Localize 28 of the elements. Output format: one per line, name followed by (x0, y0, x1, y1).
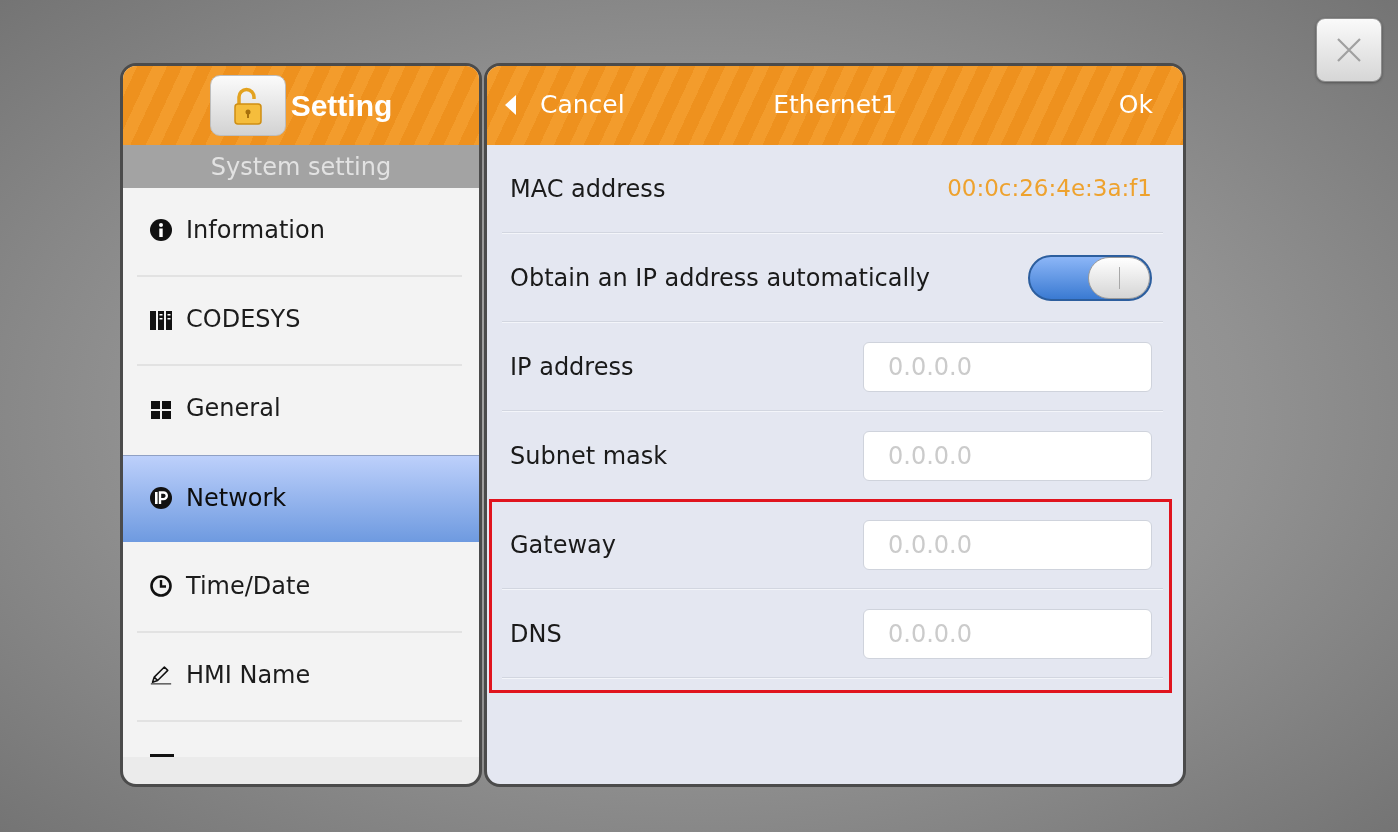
sidebar-item[interactable]: Time/Date (123, 544, 479, 631)
field-label: Subnet mask (510, 443, 668, 468)
sidebar-item[interactable]: HMI Name (123, 633, 479, 720)
info-icon (150, 219, 172, 241)
sidebar-item[interactable]: General (123, 366, 479, 453)
pen-icon (150, 664, 172, 686)
padlock-icon (233, 86, 262, 125)
app-title: Setting (290, 90, 393, 121)
sidebar-item[interactable]: CODESYS (123, 277, 479, 364)
sidebar-item[interactable]: Information (123, 188, 479, 275)
panel-title: Ethernet1 (773, 92, 897, 119)
ip-icon (150, 486, 172, 509)
field-label: Gateway (510, 532, 617, 557)
dash-icon (150, 754, 174, 757)
sidebar-item[interactable]: Network (123, 455, 479, 542)
field-label: Obtain an IP address automatically (510, 265, 930, 290)
field-label: IP address (510, 354, 634, 379)
section-header: System setting (123, 145, 479, 188)
mac-address-value: 00:0c:26:4e:3a:f1 (947, 177, 1152, 200)
close-button[interactable] (1316, 18, 1382, 82)
back-arrow-icon (505, 94, 516, 115)
close-icon (1337, 38, 1361, 62)
lock-button[interactable] (209, 75, 286, 136)
field-label: MAC address (510, 176, 666, 201)
clock-icon (150, 575, 172, 597)
field-label: DNS (510, 621, 562, 646)
columns-icon (150, 308, 172, 330)
toggle-switch[interactable] (1028, 254, 1152, 301)
